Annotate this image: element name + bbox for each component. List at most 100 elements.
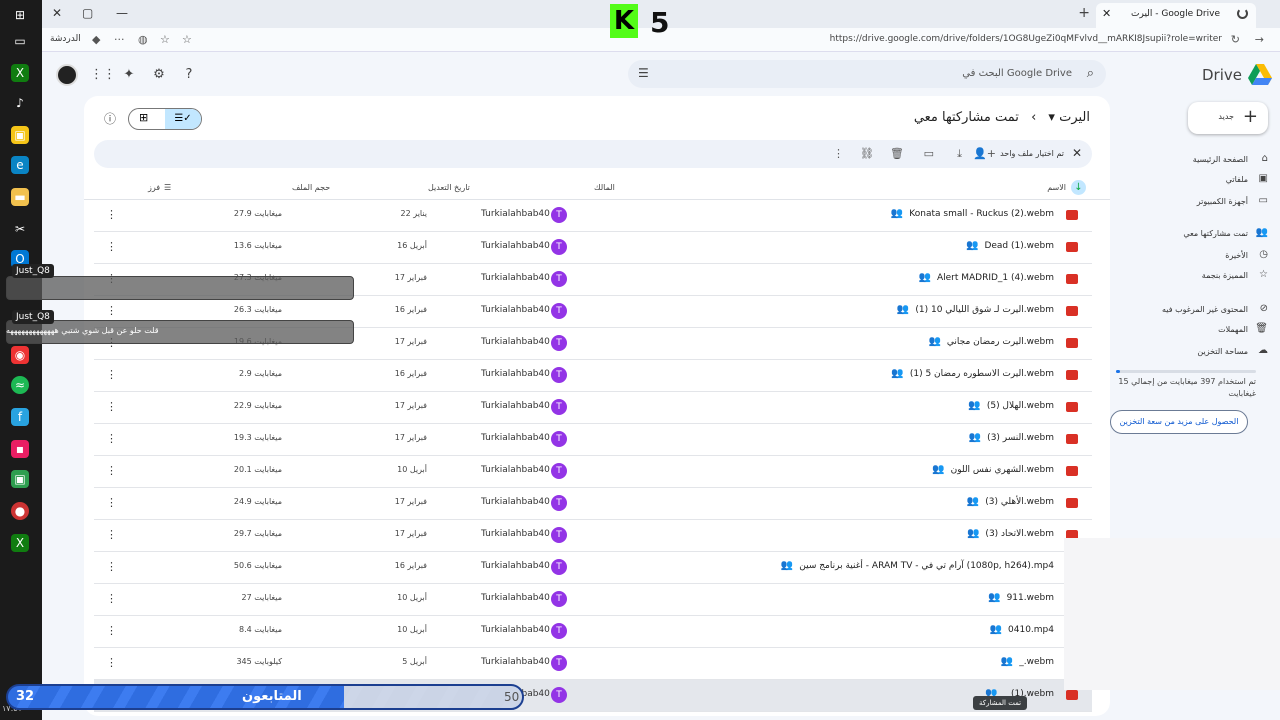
nav-home[interactable]: الصفحة الرئيسية ⌂ — [1140, 152, 1270, 170]
capcut-icon[interactable]: ✂ — [11, 220, 29, 238]
folder-icon[interactable]: ▬ — [11, 188, 29, 206]
more-options-icon[interactable]: ⋮ — [106, 208, 117, 221]
nav-recent[interactable]: الأخيرة ◷ — [1140, 248, 1270, 266]
tab-close-icon[interactable]: ✕ — [1102, 7, 1111, 20]
nav-shared[interactable]: تمت مشاركتها معي 👥 — [1140, 226, 1270, 244]
list-view-icon[interactable]: ☰✓ — [165, 109, 201, 129]
xbox-icon[interactable]: X — [11, 64, 29, 82]
search-icon[interactable]: ⌕ — [1087, 66, 1094, 81]
move-icon[interactable]: ▭ — [924, 147, 934, 160]
spotify-icon[interactable]: ≈ — [11, 376, 29, 394]
more-options-icon[interactable]: ⋮ — [106, 592, 117, 605]
table-row[interactable]: ⋮ 27.9 ميغابايت 22 يناير Turkialahbab40 T Kon… — [94, 200, 1092, 232]
more-options-icon[interactable]: ⋮ — [106, 528, 117, 541]
app-icon[interactable]: ▣ — [11, 126, 29, 144]
close-icon[interactable]: ✕ — [1072, 146, 1082, 160]
tiktok-icon[interactable]: ♪ — [11, 94, 29, 112]
get-storage-button[interactable]: الحصول على مزيد من سعة التخزين — [1110, 410, 1248, 434]
more-options-icon[interactable]: ⋮ — [106, 656, 117, 669]
table-row[interactable]: ⋮ 345 كيلوبايت 5 أبريل Turkialahbab40 T _.web… — [94, 648, 1092, 680]
file-name[interactable]: الاتحاد (3).webm — [985, 529, 1054, 539]
more-options-icon[interactable]: ⋮ — [106, 560, 117, 573]
settings-gear-icon[interactable]: ⚙ — [150, 66, 168, 84]
more-options-icon[interactable]: ⋮ — [106, 240, 117, 253]
more-options-icon[interactable]: ⋮ — [106, 400, 117, 413]
avatar[interactable] — [56, 64, 78, 86]
table-row[interactable]: ⋮ 27 ميغابايت 10 أبريل Turkialahbab40 T 911.w… — [94, 584, 1092, 616]
edge-icon[interactable]: e — [11, 156, 29, 174]
file-name[interactable]: النسر (3).webm — [987, 433, 1054, 443]
minimize-window-icon[interactable]: — — [116, 6, 128, 20]
app-red-icon[interactable]: ▪ — [11, 440, 29, 458]
sort-button[interactable]: فرز — [148, 183, 160, 192]
close-window-icon[interactable]: ✕ — [52, 6, 62, 20]
url-field[interactable]: https://drive.google.com/drive/folders/1… — [830, 34, 1222, 44]
search-input[interactable]: البحث في Google Drive — [962, 68, 1072, 79]
file-name[interactable]: اليرت الاسطوره رمضان 5 (1).webm — [910, 369, 1054, 379]
file-name[interactable]: Konata small - Ruckus (2).webm — [909, 209, 1054, 219]
nav-storage[interactable]: مساحة التخزين ☁ — [1140, 344, 1270, 362]
more-options-icon[interactable]: ⋮ — [106, 624, 117, 637]
nav-trash[interactable]: المهملات 🗑 — [1140, 322, 1270, 340]
nav-starred[interactable]: المميزة بنجمة ☆ — [1140, 268, 1270, 286]
file-name[interactable]: الهلال (5).webm — [987, 401, 1054, 411]
profile-icon[interactable]: ◍ — [138, 33, 148, 46]
tab-drive[interactable]: ✕ اليرت - Google Drive — [1096, 3, 1256, 28]
nav-my-drive[interactable]: ملفاتي ▣ — [1140, 172, 1270, 190]
table-row[interactable]: ⋮ 13.6 ميغابايت 16 أبريل Turkialahbab40 T Dea… — [94, 232, 1092, 264]
star-icon[interactable]: ☆ — [182, 33, 192, 46]
more-options-icon[interactable]: ⋮ — [106, 304, 117, 317]
table-row[interactable]: ⋮ 29.7 ميغابايت 17 فبراير Turkialahbab40 T ال… — [94, 520, 1092, 552]
delete-icon[interactable]: 🗑 — [890, 147, 904, 160]
filter-icon[interactable]: ☰ — [638, 66, 649, 80]
file-name[interactable]: اليرت رمضان مجاني.webm — [947, 337, 1054, 347]
col-name[interactable]: الاسم — [1047, 183, 1066, 192]
file-name[interactable]: اليرت لـ شوق الليالي 10 (1).webm — [915, 305, 1054, 315]
copilot-icon[interactable]: ◆ — [92, 33, 100, 46]
nav-spam[interactable]: المحتوى غير المرغوب فيه ⊘ — [1140, 302, 1270, 320]
app-f-icon[interactable]: f — [11, 408, 29, 426]
new-tab-icon[interactable]: + — [1078, 5, 1090, 21]
col-owner[interactable]: المالك — [594, 183, 615, 192]
grid-view-icon[interactable]: ⊞ — [139, 111, 148, 124]
file-name[interactable]: _.webm — [1019, 657, 1054, 667]
table-row[interactable]: ⋮ 50.6 ميغابايت 16 فبراير Turkialahbab40 T أغ… — [94, 552, 1092, 584]
info-icon[interactable]: ⓘ — [104, 110, 116, 127]
more-actions-icon[interactable]: ⋮ — [833, 147, 844, 160]
more-options-icon[interactable]: ⋮ — [106, 496, 117, 509]
windows-start-icon[interactable]: ⊞ — [11, 6, 29, 24]
share-icon[interactable]: 👤+ — [973, 147, 996, 160]
task-view-icon[interactable]: ▭ — [11, 32, 29, 50]
app-green-icon[interactable]: ▣ — [11, 470, 29, 488]
col-modified[interactable]: تاريخ التعديل — [428, 183, 470, 192]
sort-arrow-icon[interactable]: ↓ — [1071, 180, 1086, 195]
table-row[interactable]: ⋮ 20.1 ميغابايت 10 أبريل Turkialahbab40 T الش… — [94, 456, 1092, 488]
sort-icon[interactable]: ☰ — [164, 183, 171, 192]
file-name[interactable]: Alert MADRID_1 (4).webm — [937, 273, 1054, 283]
restore-window-icon[interactable]: ▢ — [82, 6, 93, 20]
favorites-icon[interactable]: ☆ — [160, 33, 170, 46]
download-icon[interactable]: ⤓ — [957, 147, 962, 161]
nav-computers[interactable]: أجهزة الكمبيوتر ▭ — [1140, 194, 1270, 212]
apps-grid-icon[interactable]: ⋮⋮ — [90, 66, 116, 84]
more-options-icon[interactable]: ⋮ — [106, 432, 117, 445]
new-button[interactable]: + جديد — [1188, 102, 1268, 134]
more-options-icon[interactable]: ⋮ — [106, 368, 117, 381]
col-size[interactable]: حجم الملف — [292, 183, 330, 192]
table-row[interactable]: ⋮ 19.3 ميغابايت 17 فبراير Turkialahbab40 T ال… — [94, 424, 1092, 456]
xbox-bar-icon[interactable]: X — [11, 534, 29, 552]
file-name[interactable]: الأهلي (3).webm — [985, 497, 1054, 507]
more-icon[interactable]: ··· — [114, 33, 125, 46]
file-name[interactable]: أغنية برنامج سين - ARAM TV - آرام تي في … — [799, 561, 1054, 571]
table-row[interactable]: ⋮ 8.4 ميغابايت 10 أبريل Turkialahbab40 T 0410… — [94, 616, 1092, 648]
table-row[interactable]: ⋮ 2.9 ميغابايت 16 فبراير Turkialahbab40 T الي… — [94, 360, 1092, 392]
more-options-icon[interactable]: ⋮ — [106, 464, 117, 477]
table-row[interactable]: ⋮ 24.9 ميغابايت 17 فبراير Turkialahbab40 T ال… — [94, 488, 1092, 520]
chrome-icon[interactable]: ◉ — [11, 346, 29, 364]
breadcrumb-parent[interactable]: تمت مشاركتها معي — [914, 110, 1019, 125]
reload-icon[interactable]: ↻ — [1231, 33, 1240, 46]
breadcrumb-current[interactable]: اليرت ▾ — [1048, 110, 1090, 125]
file-name[interactable]: 911.webm — [1007, 593, 1054, 603]
link-icon[interactable]: ⛓ — [860, 147, 874, 160]
app-circle-icon[interactable]: ● — [11, 502, 29, 520]
